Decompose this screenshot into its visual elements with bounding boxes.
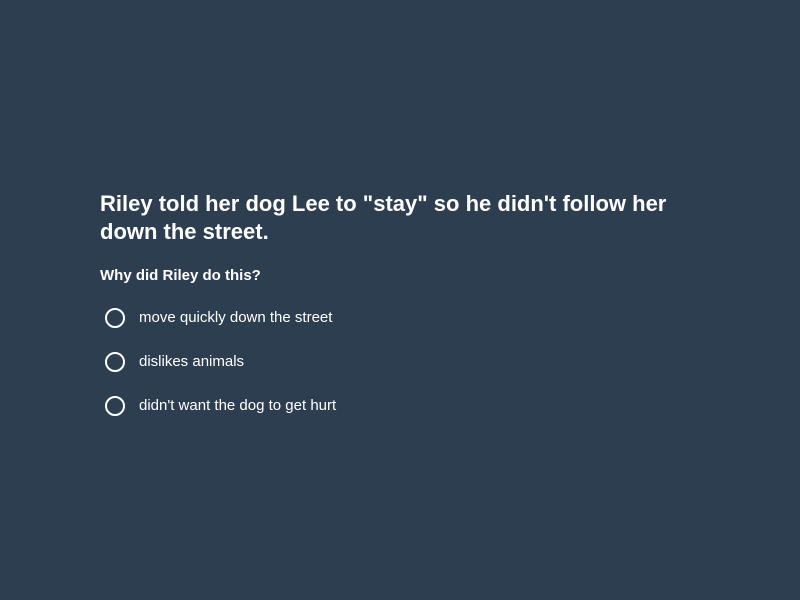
answer-option-3[interactable]: didn't want the dog to get hurt: [100, 392, 700, 420]
quiz-card: Riley told her dog Lee to "stay" so he d…: [100, 190, 700, 436]
answer-option-label: move quickly down the street: [139, 309, 333, 326]
answer-option-1[interactable]: move quickly down the street: [100, 304, 700, 332]
answer-option-label: didn't want the dog to get hurt: [139, 397, 337, 414]
answer-option-label: dislikes animals: [139, 353, 245, 370]
question-text: Why did Riley do this?: [100, 267, 261, 284]
radio-button-2[interactable]: [105, 352, 125, 372]
question-prompt: Riley told her dog Lee to "stay" so he d…: [100, 191, 667, 244]
answer-options: move quickly down the street dislikes an…: [100, 304, 700, 420]
radio-button-3[interactable]: [105, 396, 125, 416]
answer-option-2[interactable]: dislikes animals: [100, 348, 700, 376]
radio-button-1[interactable]: [105, 308, 125, 328]
